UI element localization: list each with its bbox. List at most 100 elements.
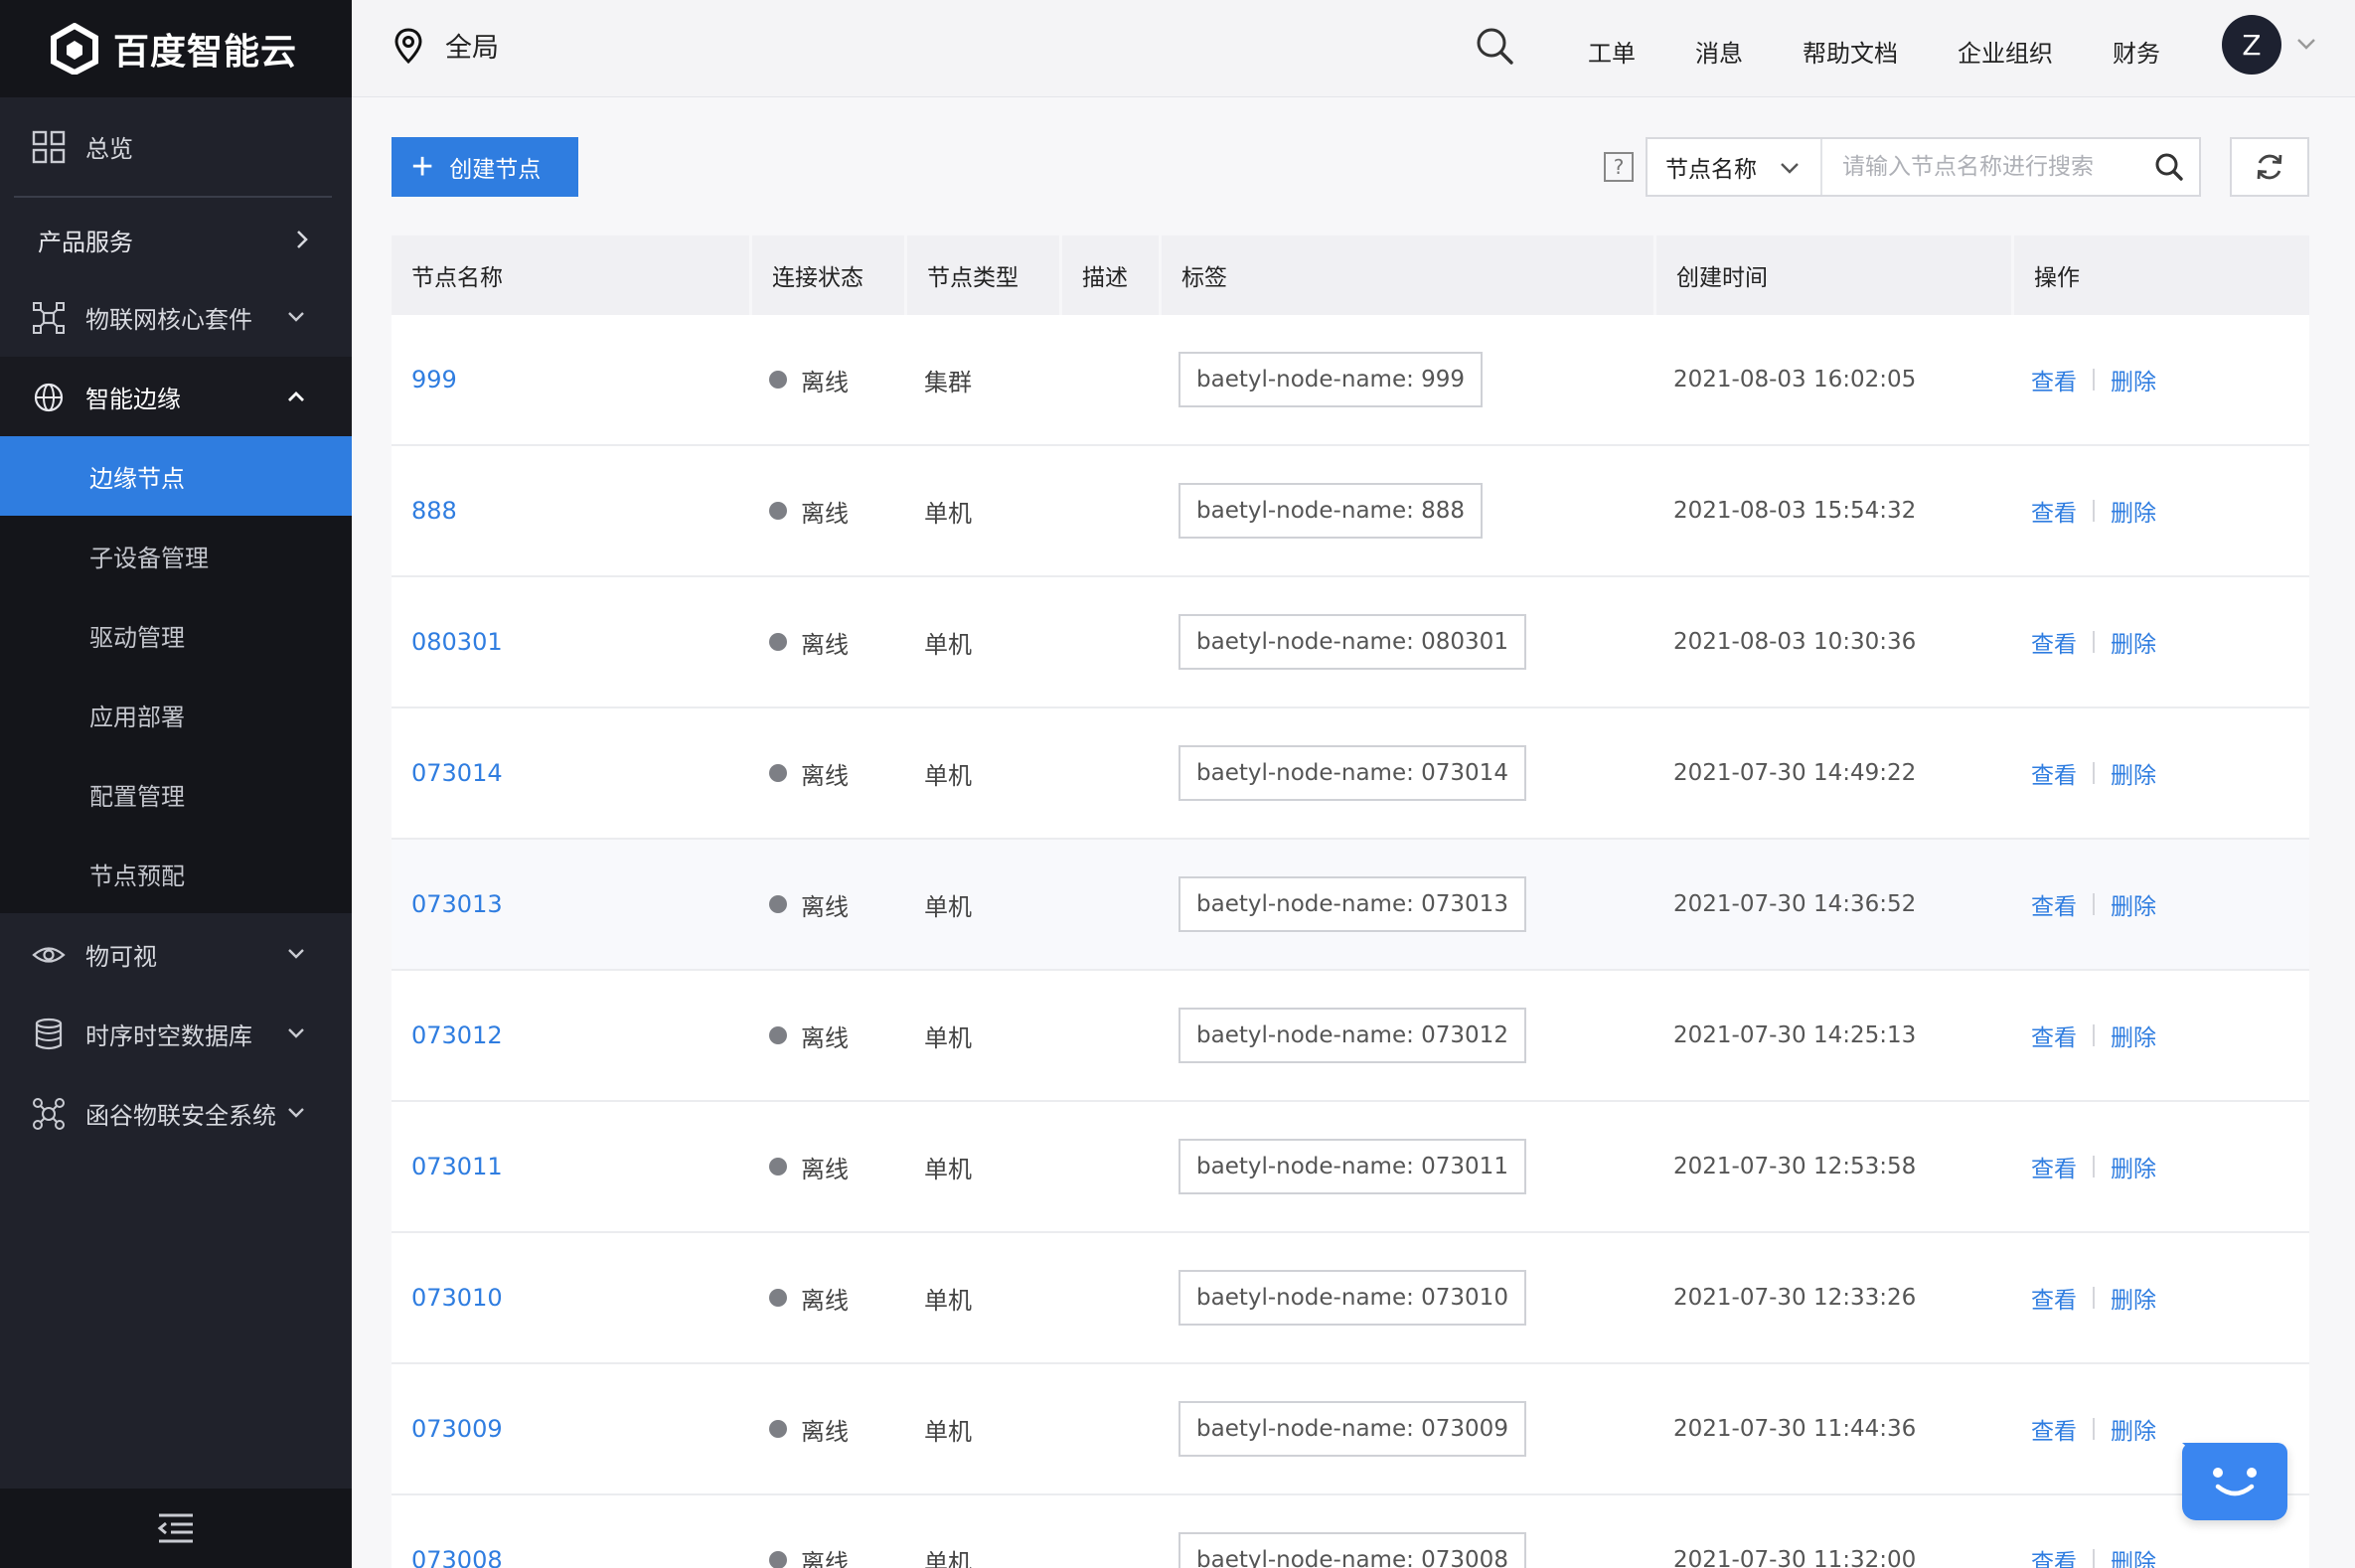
view-button[interactable]: 查看	[2031, 756, 2077, 790]
collapse-menu-icon	[157, 1513, 193, 1543]
view-button[interactable]: 查看	[2031, 1412, 2077, 1446]
chat-assistant-button[interactable]	[2182, 1443, 2287, 1520]
sidebar-item-visual[interactable]: 物可视	[0, 914, 352, 994]
sidebar-item-iot-core[interactable]: 物联网核心套件	[0, 277, 352, 357]
refresh-button[interactable]	[2230, 137, 2309, 197]
sidebar-collapse-button[interactable]	[0, 1489, 352, 1568]
node-name-link[interactable]: 073013	[411, 840, 503, 969]
view-button[interactable]: 查看	[2031, 494, 2077, 528]
shield-network-icon	[33, 1098, 65, 1130]
search-icon[interactable]	[1475, 26, 1514, 66]
action-divider	[2093, 893, 2095, 915]
status-label: 离线	[801, 1155, 849, 1183]
sidebar-item-tsdb[interactable]: 时序时空数据库	[0, 994, 352, 1073]
connection-status: 离线	[769, 446, 849, 575]
connection-status: 离线	[769, 708, 849, 838]
node-name-link[interactable]: 073011	[411, 1102, 503, 1231]
node-name-link[interactable]: 073014	[411, 708, 503, 838]
view-button[interactable]: 查看	[2031, 887, 2077, 921]
sidebar-item-smart-edge[interactable]: 智能边缘	[0, 357, 352, 436]
sidebar-subitem-provision[interactable]: 节点预配	[0, 834, 352, 913]
table-row: 080301 离线 单机 baetyl-node-name: 080301 2021-0…	[392, 577, 2309, 708]
row-actions: 查看 删除	[2031, 1364, 2156, 1493]
region-label: 全局	[445, 33, 499, 64]
header-link-organization[interactable]: 企业组织	[1958, 34, 2053, 69]
sidebar-item-label: 总览	[85, 134, 133, 163]
node-name-link[interactable]: 999	[411, 315, 457, 444]
status-label: 离线	[801, 1417, 849, 1446]
view-button[interactable]: 查看	[2031, 1019, 2077, 1052]
sidebar-subitem-config[interactable]: 配置管理	[0, 754, 352, 834]
status-dot-icon	[769, 502, 787, 520]
row-actions: 查看 删除	[2031, 446, 2156, 575]
logo[interactable]: 百度智能云	[0, 0, 352, 97]
node-name-link[interactable]: 888	[411, 446, 457, 575]
action-divider	[2093, 1549, 2095, 1568]
view-button[interactable]: 查看	[2031, 363, 2077, 396]
node-tag: baetyl-node-name: 888	[1178, 483, 1484, 539]
node-type: 单机	[924, 1417, 972, 1446]
header-link-messages[interactable]: 消息	[1695, 34, 1743, 69]
search-group: 节点名称	[1646, 137, 2201, 197]
table-row: 073011 离线 单机 baetyl-node-name: 073011 2021-0…	[392, 1102, 2309, 1233]
node-name-link[interactable]: 080301	[411, 577, 503, 706]
delete-button[interactable]: 删除	[2111, 756, 2156, 790]
delete-button[interactable]: 删除	[2111, 1412, 2156, 1446]
search-field-select[interactable]: 节点名称	[1648, 139, 1822, 195]
delete-button[interactable]: 删除	[2111, 1019, 2156, 1052]
delete-button[interactable]: 删除	[2111, 887, 2156, 921]
node-type: 单机	[924, 1548, 972, 1568]
sidebar-item-overview[interactable]: 总览	[0, 106, 352, 186]
node-name-link[interactable]: 073008	[411, 1495, 503, 1568]
table-header: 节点名称 连接状态 节点类型 描述 标签 创建时间 操作	[392, 235, 2309, 315]
sidebar-subitem-subdevice[interactable]: 子设备管理	[0, 516, 352, 595]
region-selector[interactable]: 全局	[393, 26, 499, 65]
delete-button[interactable]: 删除	[2111, 1281, 2156, 1315]
status-dot-icon	[769, 1420, 787, 1438]
avatar[interactable]: Z	[2222, 15, 2281, 75]
status-dot-icon	[769, 371, 787, 389]
chevron-down-icon[interactable]	[2295, 36, 2317, 52]
table-row: 073012 离线 单机 baetyl-node-name: 073012 2021-0…	[392, 971, 2309, 1102]
delete-button[interactable]: 删除	[2111, 1150, 2156, 1183]
status-label: 离线	[801, 761, 849, 790]
node-tag: baetyl-node-name: 073012	[1178, 1008, 1526, 1063]
node-name-link[interactable]: 073009	[411, 1364, 503, 1493]
delete-button[interactable]: 删除	[2111, 363, 2156, 396]
node-type: 单机	[924, 1023, 972, 1052]
header-link-finance[interactable]: 财务	[2113, 34, 2160, 69]
column-header-name: 节点名称	[392, 235, 749, 315]
search-input[interactable]	[1822, 139, 2139, 195]
sidebar-subitem-app-deploy[interactable]: 应用部署	[0, 675, 352, 754]
view-button[interactable]: 查看	[2031, 1543, 2077, 1568]
delete-button[interactable]: 删除	[2111, 1543, 2156, 1568]
status-dot-icon	[769, 633, 787, 651]
header-link-ticket[interactable]: 工单	[1588, 34, 1636, 69]
connection-status: 离线	[769, 315, 849, 444]
table-row: 073009 离线 单机 baetyl-node-name: 073009 2021-0…	[392, 1364, 2309, 1495]
create-node-button[interactable]: + 创建节点	[392, 137, 578, 197]
created-time: 2021-07-30 11:44:36	[1673, 1416, 1917, 1442]
created-time: 2021-07-30 12:33:26	[1673, 1285, 1917, 1311]
header-link-help-docs[interactable]: 帮助文档	[1803, 34, 1898, 69]
action-divider	[2093, 631, 2095, 653]
node-type: 单机	[924, 761, 972, 790]
node-name-link[interactable]: 073012	[411, 971, 503, 1100]
delete-button[interactable]: 删除	[2111, 625, 2156, 659]
node-name-link[interactable]: 073010	[411, 1233, 503, 1362]
search-submit-button[interactable]	[2139, 139, 2199, 195]
created-time: 2021-07-30 11:32:00	[1673, 1547, 1917, 1568]
sidebar-subitem-driver[interactable]: 驱动管理	[0, 595, 352, 675]
node-type: 单机	[924, 892, 972, 921]
action-divider	[2093, 500, 2095, 522]
help-icon[interactable]: ?	[1604, 152, 1634, 182]
delete-button[interactable]: 删除	[2111, 494, 2156, 528]
status-label: 离线	[801, 499, 849, 528]
grid-icon	[32, 130, 66, 164]
view-button[interactable]: 查看	[2031, 625, 2077, 659]
view-button[interactable]: 查看	[2031, 1150, 2077, 1183]
sidebar-item-security[interactable]: 函谷物联安全系统	[0, 1073, 352, 1153]
sidebar-subitem-edge-node[interactable]: 边缘节点	[0, 436, 352, 516]
view-button[interactable]: 查看	[2031, 1281, 2077, 1315]
sidebar-item-product[interactable]: 产品服务	[0, 200, 352, 279]
